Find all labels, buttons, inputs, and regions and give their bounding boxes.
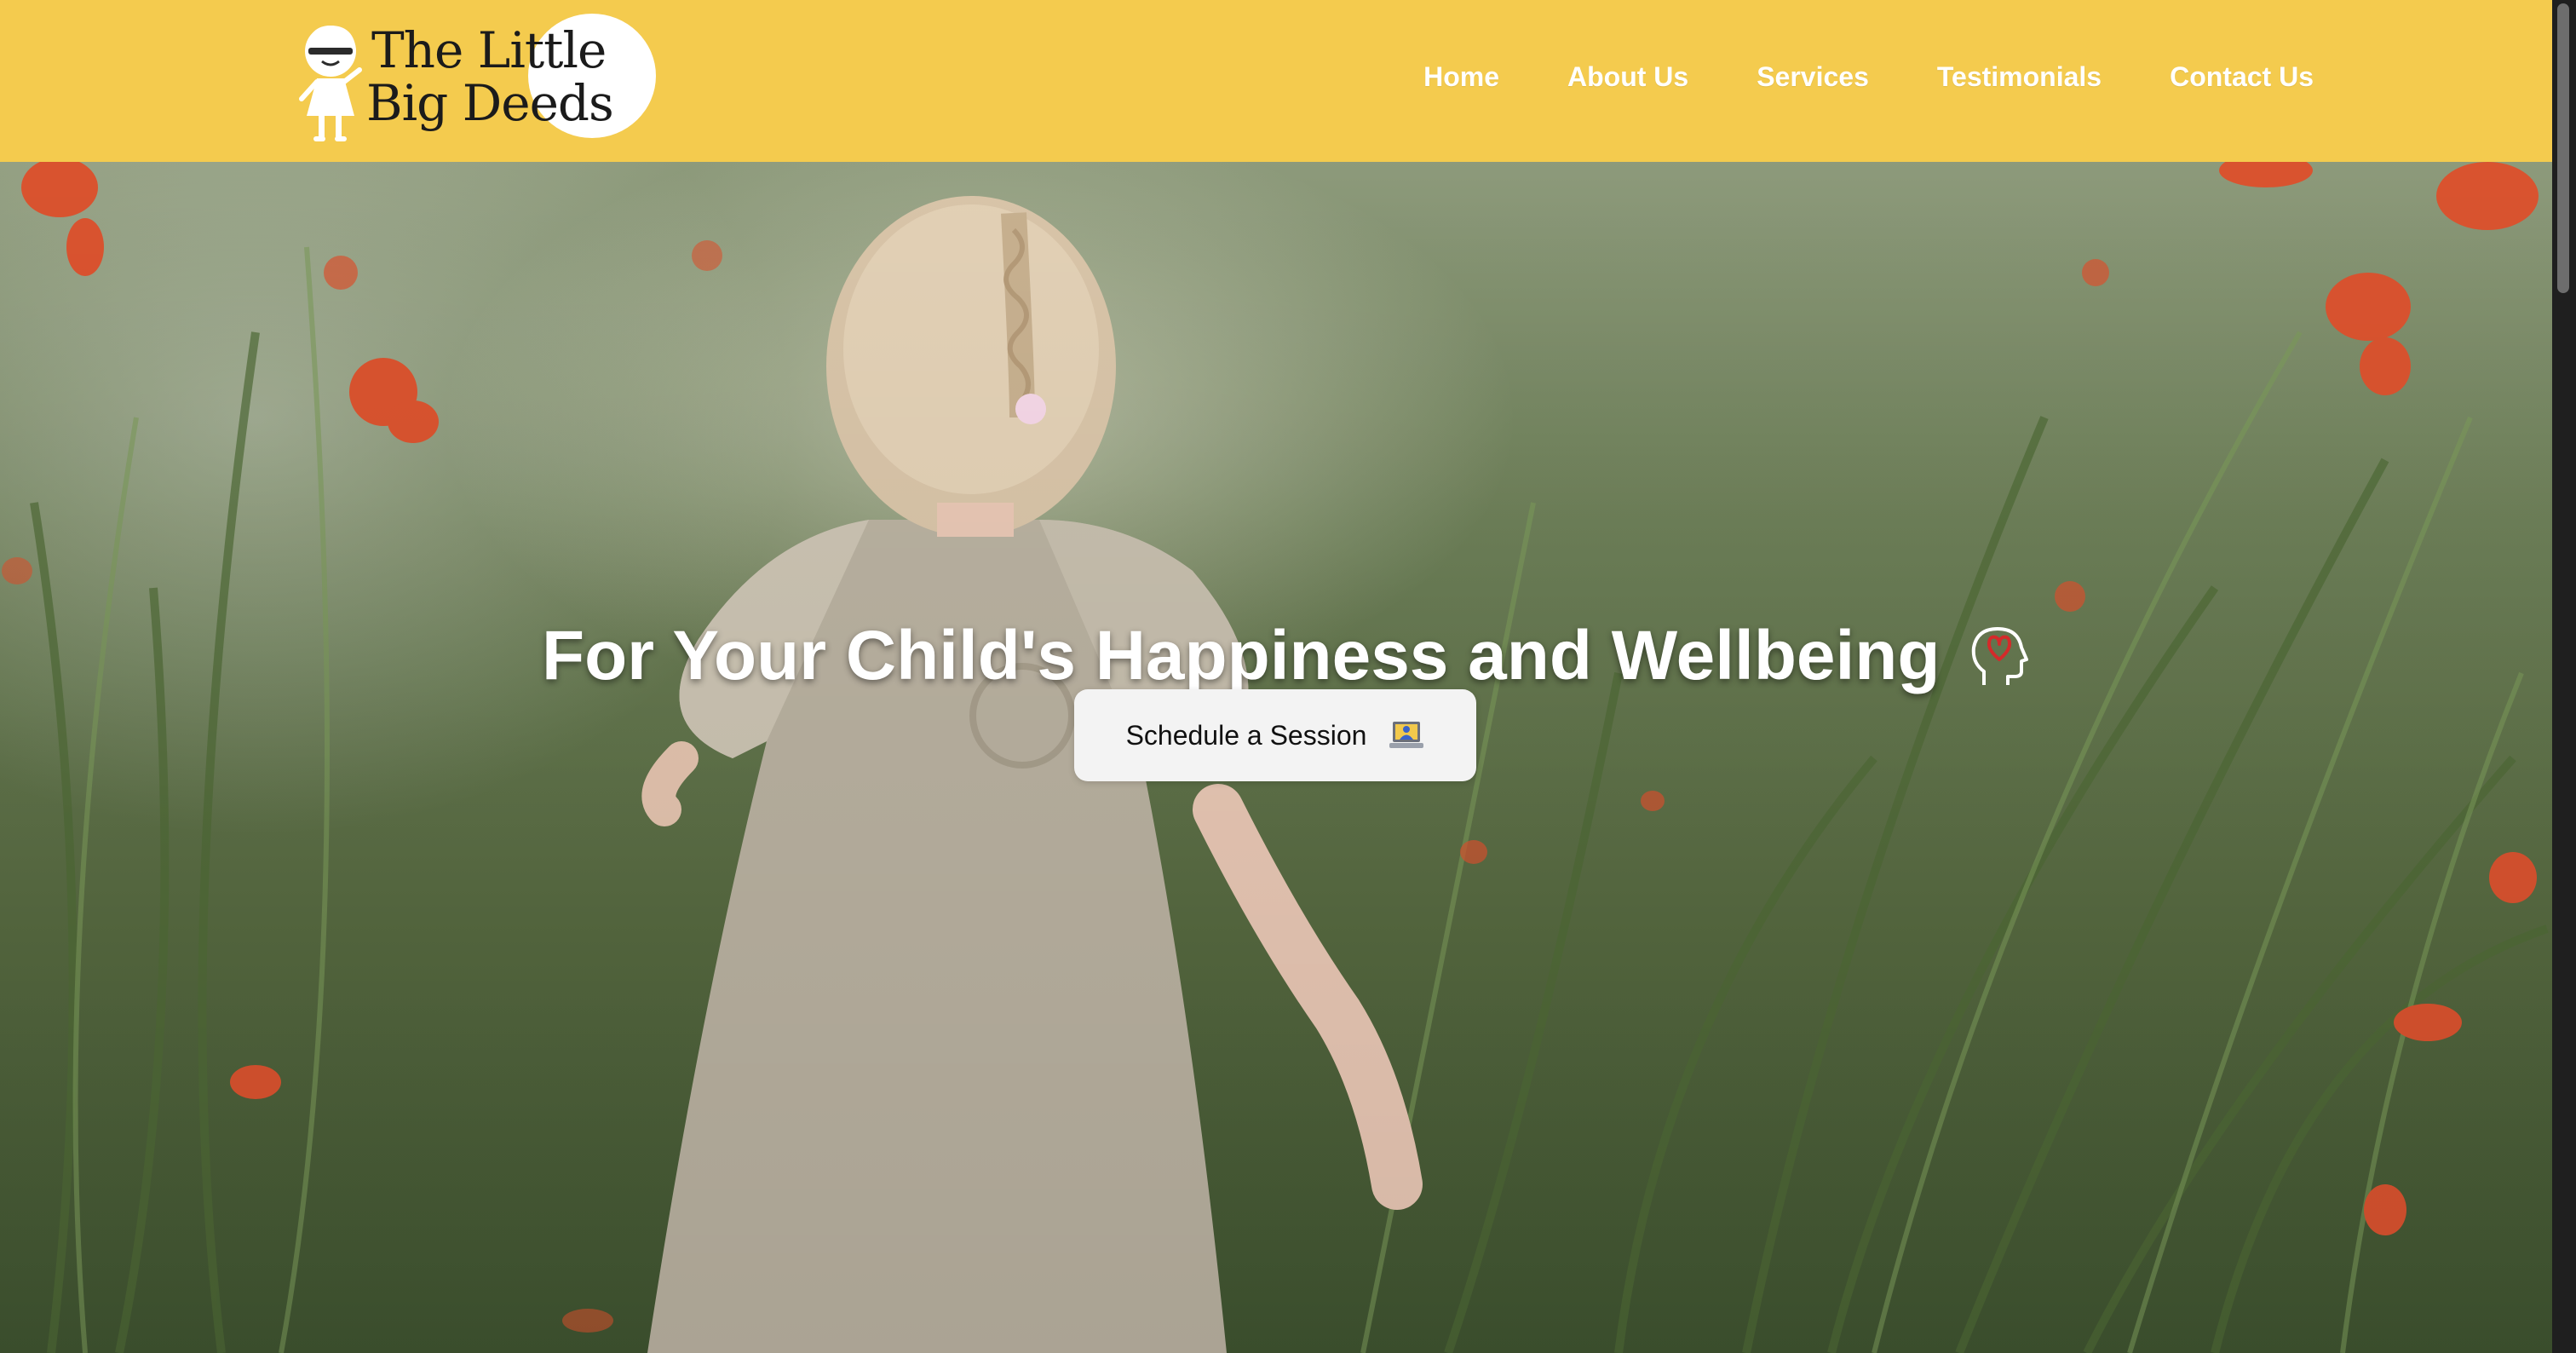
main-nav: Home About Us Services Testimonials Cont… xyxy=(1423,61,2314,93)
logo[interactable]: The Little Big Deeds xyxy=(298,14,656,141)
scrollbar[interactable] xyxy=(2552,0,2576,1353)
hero-title: For Your Child's Happiness and Wellbeing xyxy=(542,616,2033,696)
site-header: The Little Big Deeds Home About Us Servi… xyxy=(0,0,2552,162)
nav-testimonials[interactable]: Testimonials xyxy=(1937,61,2102,93)
schedule-session-label: Schedule a Session xyxy=(1125,719,1367,751)
schedule-session-button[interactable]: Schedule a Session xyxy=(1074,689,1476,781)
page: The Little Big Deeds Home About Us Servi… xyxy=(0,0,2576,1353)
nav-home[interactable]: Home xyxy=(1423,61,1499,93)
laptop-icon xyxy=(1389,722,1424,748)
head-heart-icon xyxy=(1972,626,2029,685)
logo-child-icon xyxy=(299,26,362,141)
hero-section: For Your Child's Happiness and Wellbeing… xyxy=(0,162,2552,1353)
logo-text: The Little Big Deeds xyxy=(366,21,614,132)
scrollbar-thumb[interactable] xyxy=(2557,3,2569,293)
nav-services[interactable]: Services xyxy=(1757,61,1869,93)
nav-contact-us[interactable]: Contact Us xyxy=(2170,61,2314,93)
hero-title-text: For Your Child's Happiness and Wellbeing xyxy=(542,616,1941,694)
nav-about-us[interactable]: About Us xyxy=(1567,61,1688,93)
logo-line-1: The Little xyxy=(371,21,607,79)
logo-line-2: Big Deeds xyxy=(366,74,614,132)
